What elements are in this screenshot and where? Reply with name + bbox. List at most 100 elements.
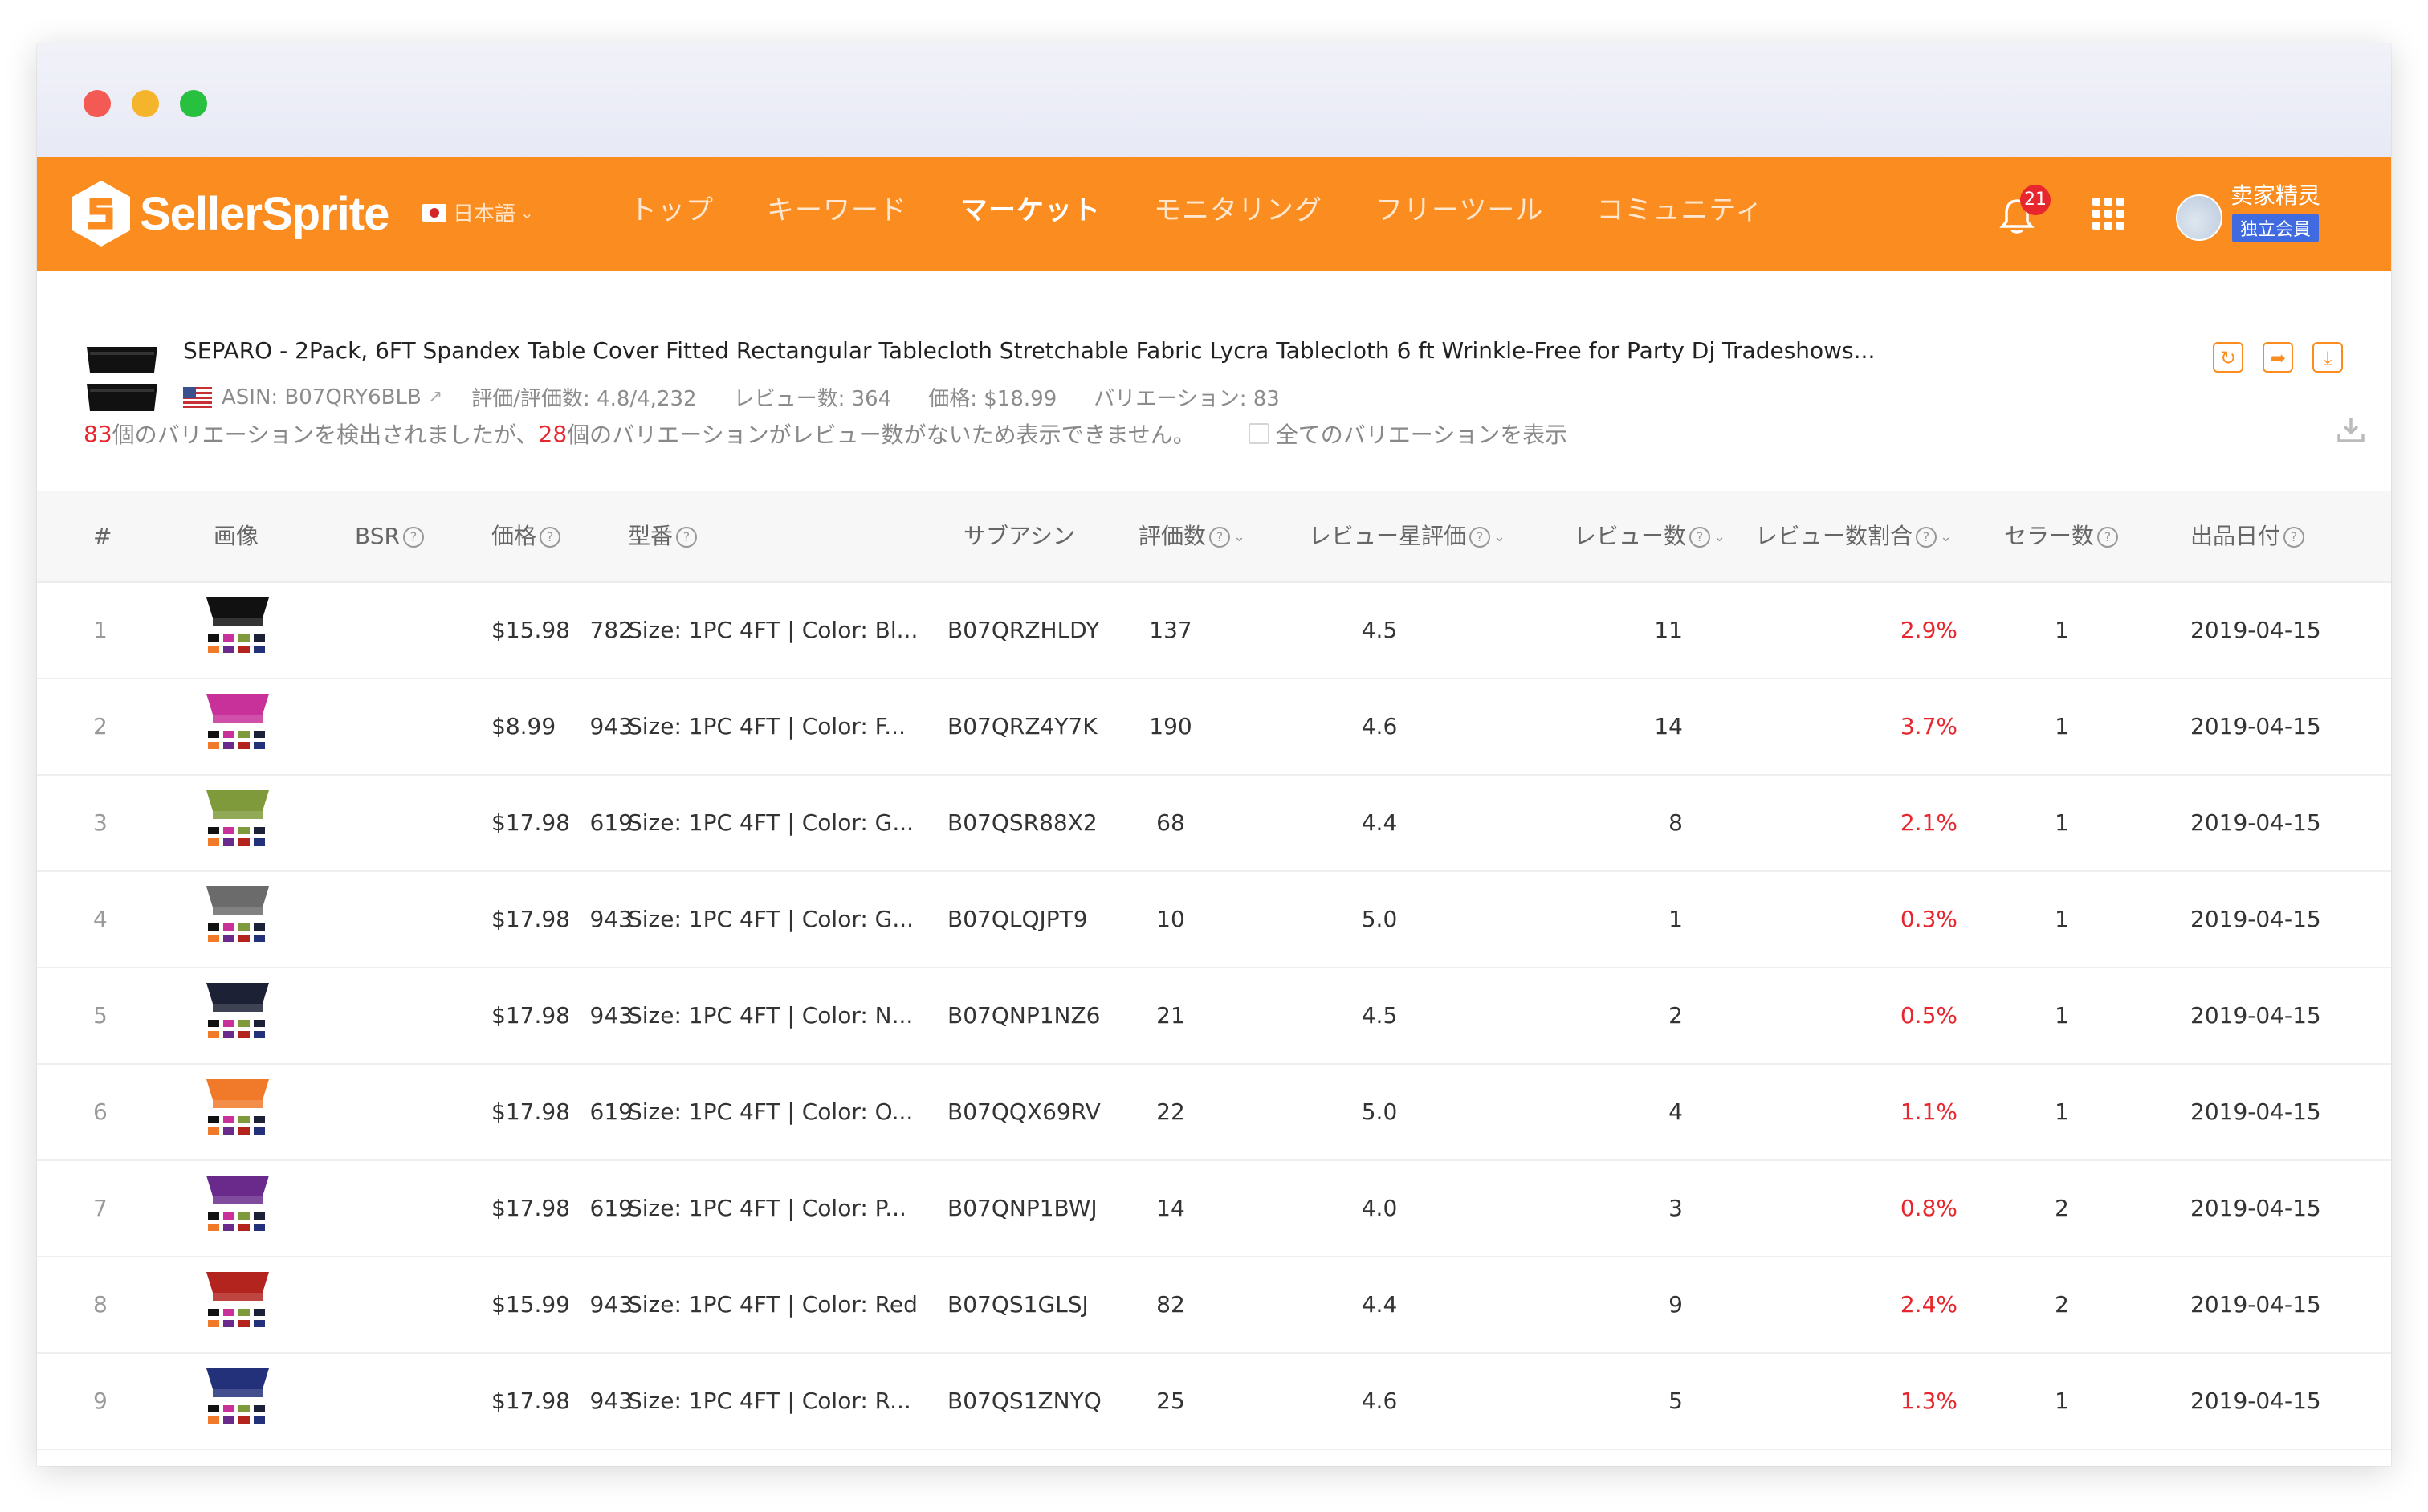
cell-model: Size: 1PC 4FT | Color: O... (628, 1098, 914, 1125)
menu-item-monitoring[interactable]: モニタリング (1154, 188, 1322, 227)
product-image[interactable] (82, 340, 162, 418)
variation-thumbnail[interactable] (202, 882, 274, 954)
help-icon[interactable]: ? (1469, 527, 1491, 548)
close-window-button[interactable] (84, 90, 111, 117)
cell-model: Size: 1PC 4FT | Color: F... (628, 713, 906, 740)
table-row[interactable]: 5 943 $17.98 Size: 1PC 4FT | Color: N... B07… (37, 968, 2391, 1065)
col-reviews[interactable]: レビュー数? ⌄ (1574, 491, 1725, 581)
sellersprite-logo-icon (72, 181, 130, 247)
table-row[interactable]: 2 943 $8.99 Size: 1PC 4FT | Color: F... B07Q… (37, 679, 2391, 776)
product-asin[interactable]: ASIN: B07QRY6BLB (222, 385, 422, 410)
table-row[interactable]: 1 782 $15.98 Size: 1PC 4FT | Color: Bl... B0… (37, 583, 2391, 679)
col-stars[interactable]: レビュー星評価? ⌄ (1309, 491, 1505, 581)
col-sellers[interactable]: セラー数? (2004, 491, 2119, 581)
menu-item-top[interactable]: トップ (629, 188, 714, 227)
hidden-count: 28 (538, 420, 568, 447)
table-header: # 画像 BSR? 価格? 型番? サブアシン 評価数? ⌄ レビュー星評価? ⌄ … (37, 491, 2391, 583)
menu-item-free-tools[interactable]: フリーツール (1375, 188, 1543, 227)
cell-review-ratio: 0.5% (1900, 1002, 1957, 1029)
help-icon[interactable]: ? (1916, 527, 1937, 548)
menu-item-community[interactable]: コミュニティ (1596, 188, 1763, 227)
download-icon[interactable]: ⤓ (2312, 342, 2343, 373)
variation-thumbnail[interactable] (202, 1267, 274, 1339)
cell-sub-asin[interactable]: B07QLQJPT9 (947, 872, 1088, 967)
col-bsr[interactable]: BSR? (355, 491, 424, 581)
refresh-icon[interactable]: ↻ (2213, 342, 2243, 373)
show-all-checkbox[interactable] (1248, 423, 1269, 444)
language-selector[interactable]: 日本語 ⌄ (422, 198, 534, 227)
cell-sellers: 1 (2055, 1388, 2069, 1414)
sort-chevron-icon[interactable]: ⌄ (1713, 528, 1725, 545)
cell-review-ratio: 2.4% (1900, 1291, 1957, 1318)
col-review-ratio[interactable]: レビュー数割合? ⌄ (1755, 491, 1952, 581)
variation-thumbnail[interactable] (202, 785, 274, 858)
help-icon[interactable]: ? (676, 527, 698, 548)
cell-sub-asin[interactable]: B07QS1ZNYQ (947, 1354, 1102, 1449)
cell-ratings: 137 (1149, 617, 1192, 643)
cell-sub-asin[interactable]: B07QQX69RV (947, 1065, 1101, 1159)
help-icon[interactable]: ? (402, 527, 424, 548)
sort-chevron-icon[interactable]: ⌄ (1493, 528, 1505, 545)
table-row[interactable]: 6 619 $17.98 Size: 1PC 4FT | Color: O... B07… (37, 1065, 2391, 1161)
col-ratings[interactable]: 評価数? ⌄ (1139, 491, 1245, 581)
apps-grid-icon[interactable] (2092, 198, 2124, 230)
variation-thumbnail[interactable] (202, 978, 274, 1050)
cell-sub-asin[interactable]: B07QRZHLDY (947, 583, 1099, 678)
col-price[interactable]: 価格? (491, 491, 561, 581)
main-menu: トップ キーワード マーケット モニタリング フリーツール コミュニティ (629, 188, 1816, 227)
variation-thumbnail[interactable] (202, 1074, 274, 1147)
sort-chevron-icon[interactable]: ⌄ (1233, 528, 1245, 545)
cell-date: 2019-04-15 (2190, 1002, 2321, 1029)
cell-date: 2019-04-15 (2190, 1098, 2321, 1125)
col-date[interactable]: 出品日付? (2190, 491, 2305, 581)
cell-sub-asin[interactable]: B07QNP1BWJ (947, 1161, 1098, 1256)
help-icon[interactable]: ? (2097, 527, 2119, 548)
cell-reviews: 9 (1668, 1291, 1683, 1318)
variation-thumbnail[interactable] (202, 593, 274, 665)
cell-price: $17.98 (491, 1195, 570, 1221)
share-icon[interactable]: ➦ (2263, 342, 2293, 373)
cell-reviews: 5 (1668, 1388, 1683, 1414)
cell-stars: 5.0 (1361, 1098, 1398, 1125)
maximize-window-button[interactable] (180, 90, 207, 117)
cell-index: 1 (93, 617, 108, 643)
help-icon[interactable]: ? (1209, 527, 1231, 548)
table-row[interactable]: 9 943 $17.98 Size: 1PC 4FT | Color: R... B07… (37, 1354, 2391, 1450)
product-meta: ASIN: B07QRY6BLB ↗ 評価/評価数: 4.8/4,232 レビュ… (183, 382, 1317, 412)
export-download-icon[interactable] (2336, 416, 2365, 443)
cell-sub-asin[interactable]: B07QSR88X2 (947, 776, 1098, 870)
help-icon[interactable]: ? (2283, 527, 2305, 548)
minimize-window-button[interactable] (132, 90, 159, 117)
brand-logo[interactable]: SellerSprite (71, 178, 389, 249)
table-row[interactable]: 7 619 $17.98 Size: 1PC 4FT | Color: P... B07… (37, 1161, 2391, 1257)
avatar[interactable] (2176, 194, 2222, 241)
cell-stars: 4.5 (1361, 617, 1398, 643)
cell-sub-asin[interactable]: B07QRZ4Y7K (947, 679, 1098, 774)
product-title[interactable]: SEPARO - 2Pack, 6FT Spandex Table Cover … (183, 337, 1875, 364)
table-row[interactable]: 4 943 $17.98 Size: 1PC 4FT | Color: G... B07… (37, 872, 2391, 968)
table-row[interactable]: 8 943 $15.99 Size: 1PC 4FT | Color: Red B07Q… (37, 1257, 2391, 1354)
help-icon[interactable]: ? (540, 527, 561, 548)
table-row[interactable]: 3 619 $17.98 Size: 1PC 4FT | Color: G... B07… (37, 776, 2391, 872)
variation-thumbnail[interactable] (202, 1363, 274, 1436)
variation-thumbnail[interactable] (202, 689, 274, 761)
cell-price: $17.98 (491, 1098, 570, 1125)
external-link-icon[interactable]: ↗ (428, 387, 442, 407)
cell-ratings: 190 (1149, 713, 1192, 740)
show-all-label[interactable]: 全てのバリエーションを表示 (1276, 418, 1567, 450)
variation-thumbnail[interactable] (202, 1171, 274, 1243)
username[interactable]: 卖家精灵 (2230, 178, 2320, 210)
help-icon[interactable]: ? (1689, 527, 1711, 548)
cell-reviews: 8 (1668, 809, 1683, 836)
sort-chevron-icon[interactable]: ⌄ (1940, 528, 1952, 545)
col-model[interactable]: 型番? (628, 491, 698, 581)
menu-item-market[interactable]: マーケット (960, 188, 1101, 227)
top-navbar: SellerSprite 日本語 ⌄ トップ キーワード マーケット モニタリン… (37, 157, 2391, 271)
cell-sub-asin[interactable]: B07QNP1NZ6 (947, 968, 1100, 1063)
cell-stars: 5.0 (1361, 906, 1398, 932)
cell-review-ratio: 0.3% (1900, 906, 1957, 932)
menu-item-keyword[interactable]: キーワード (767, 188, 907, 227)
cell-sub-asin[interactable]: B07QS1GLSJ (947, 1257, 1089, 1352)
product-actions: ↻ ➦ ⤓ (2194, 342, 2343, 373)
cell-index: 9 (93, 1388, 108, 1414)
